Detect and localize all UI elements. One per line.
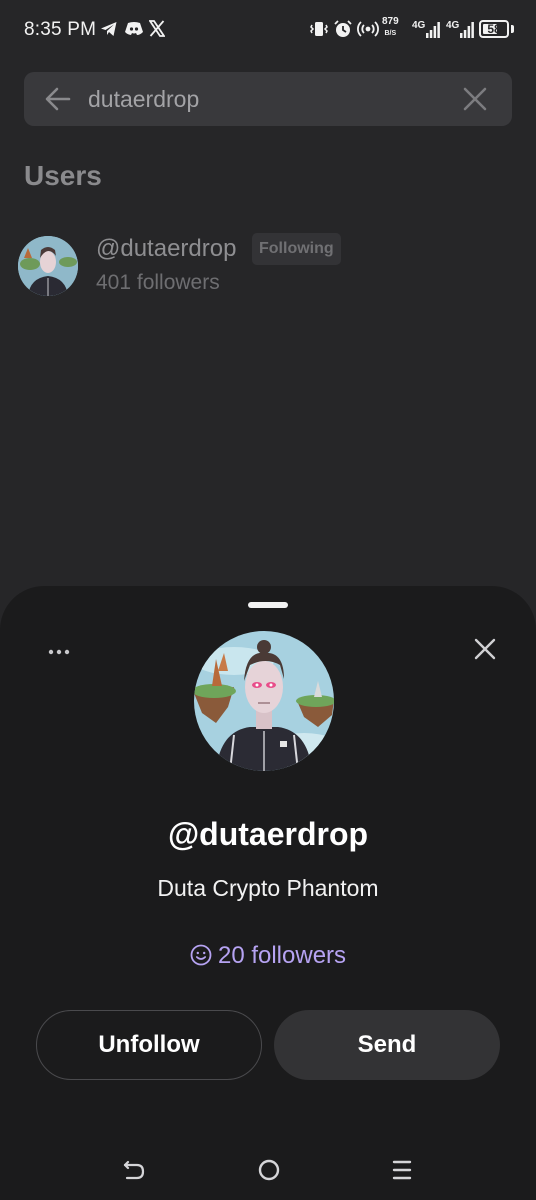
user-result-row[interactable]: @dutaerdrop Following 401 followers (16, 228, 520, 304)
nav-home-icon[interactable] (257, 1158, 281, 1182)
discord-icon (125, 22, 143, 35)
close-icon[interactable] (474, 638, 496, 660)
telegram-icon (101, 22, 117, 36)
alarm-icon (334, 20, 352, 37)
profile-avatar (194, 631, 334, 771)
profile-sheet: @dutaerdrop Duta Crypto Phantom 20 follo… (0, 586, 536, 1200)
user-followers-count: 401 followers (96, 271, 220, 294)
signal-icon (426, 22, 440, 38)
battery-level: 58 (487, 22, 501, 36)
status-bar: 8:35 PM 879 B/S 4G 4G 58 (0, 0, 536, 60)
profile-handle: @dutaerdrop (167, 816, 369, 852)
user-avatar[interactable] (18, 236, 78, 296)
nav-back-icon[interactable] (122, 1158, 146, 1182)
following-badge: Following (252, 233, 341, 265)
hotspot-icon (357, 21, 379, 37)
followers-link[interactable]: 20 followers (0, 942, 536, 970)
users-section-title: Users (24, 160, 102, 191)
smiley-icon (190, 944, 212, 966)
vibrate-icon (310, 22, 328, 36)
clear-search-icon[interactable] (462, 86, 488, 112)
search-bar (24, 72, 512, 126)
more-options-icon[interactable] (48, 648, 70, 656)
status-time: 8:35 PM (24, 19, 97, 40)
screen: 8:35 PM 879 B/S 4G 4G 58 dutaerdrop User… (0, 0, 536, 1200)
user-handle: @dutaerdrop (96, 235, 237, 262)
network-type-2: 4G (446, 20, 460, 31)
battery-icon: 58 (479, 20, 509, 38)
send-button[interactable]: Send (274, 1010, 500, 1080)
network-type-1: 4G (412, 20, 426, 31)
search-input[interactable] (88, 82, 448, 116)
back-arrow-icon[interactable] (44, 85, 72, 113)
net-speed: 879 B/S (382, 16, 399, 38)
drag-handle[interactable] (248, 602, 288, 608)
profile-display-name: Duta Crypto Phantom (157, 875, 379, 901)
unfollow-button[interactable]: Unfollow (36, 1010, 262, 1080)
nav-recents-icon[interactable] (391, 1158, 413, 1182)
signal-icon (460, 22, 474, 38)
x-icon (149, 20, 165, 37)
battery-tip (511, 25, 514, 33)
profile-followers-count: 20 followers (217, 942, 347, 969)
